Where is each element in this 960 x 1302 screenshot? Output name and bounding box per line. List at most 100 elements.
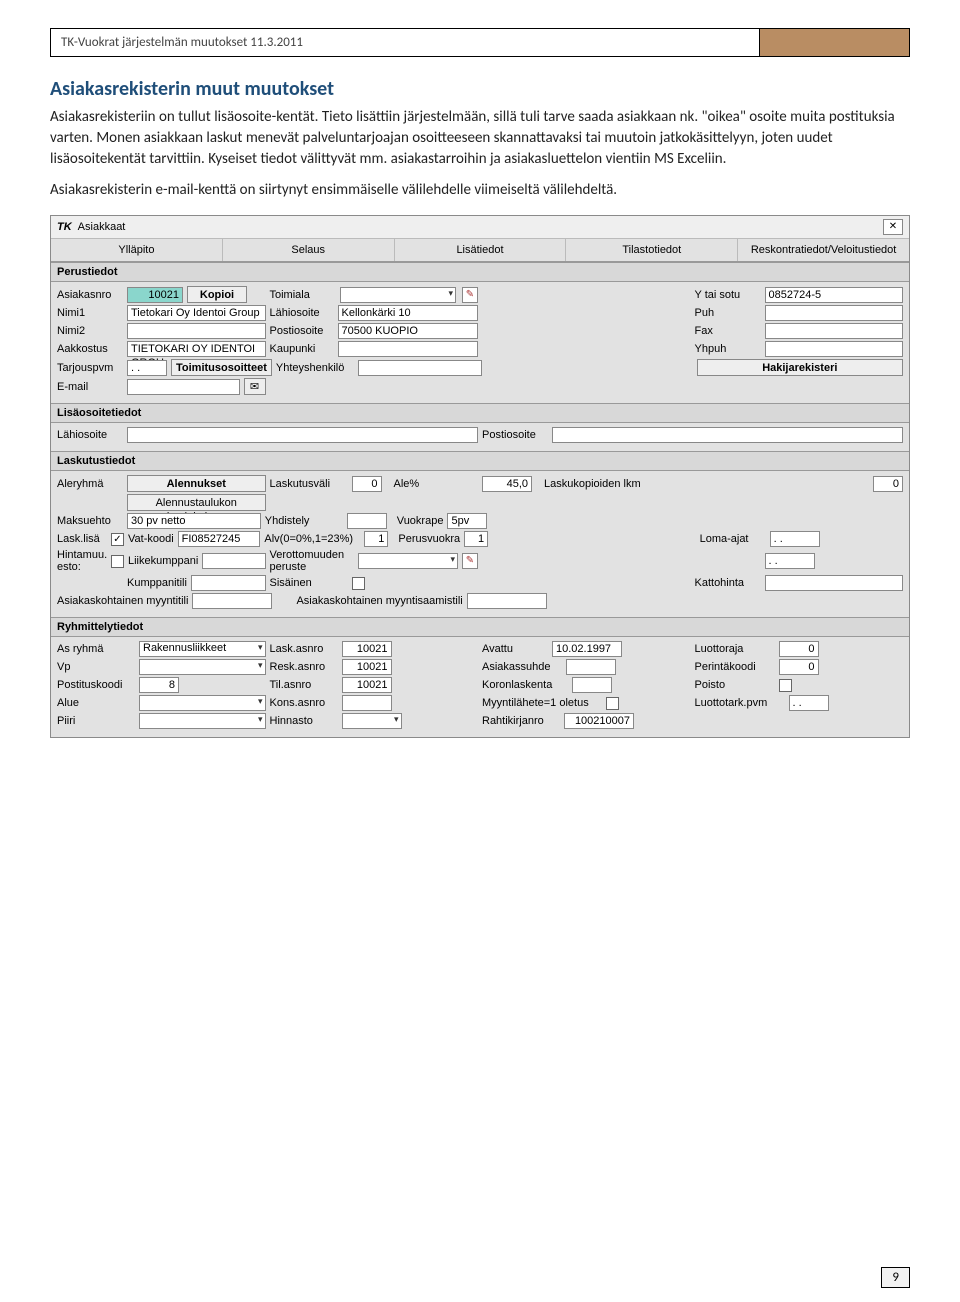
document-header: TK-Vuokrat järjestelmän muutokset 11.3.2… <box>50 28 910 57</box>
chk-lasklisa[interactable]: ✓ <box>111 533 124 546</box>
field-yhdistely[interactable] <box>347 513 387 529</box>
field-puh[interactable] <box>765 305 904 321</box>
dropdown-hinnasto[interactable] <box>342 713 402 729</box>
lbl-konsasnro: Kons.asnro <box>270 697 338 709</box>
tab-yllapito[interactable]: Ylläpito <box>51 239 223 261</box>
lbl-rahtikirjanro: Rahtikirjanro <box>482 715 560 727</box>
field-kattohinta[interactable] <box>765 575 904 591</box>
field-kumppanitili[interactable] <box>191 575 266 591</box>
field-perusvuokra[interactable]: 1 <box>464 531 488 547</box>
field-lomaajat[interactable]: . . <box>770 531 820 547</box>
field-laskutusvali[interactable]: 0 <box>352 476 382 492</box>
field-lisa-lahiosoite[interactable] <box>127 427 478 443</box>
field-nimi1[interactable]: Tietokari Oy Identoi Group <box>127 305 266 321</box>
lbl-postiosoite: Postiosoite <box>270 325 334 337</box>
field-postituskoodi[interactable]: 8 <box>139 677 179 693</box>
edit-icon[interactable]: ✎ <box>462 553 478 569</box>
dropdown-toimiala[interactable] <box>340 287 457 303</box>
field-asiakasnro[interactable]: 10021 <box>127 287 183 303</box>
lbl-laskutusvali: Laskutusväli <box>270 478 348 490</box>
field-lahiosoite[interactable]: Kellonkärki 10 <box>338 305 479 321</box>
chk-myyntilahete[interactable] <box>606 697 619 710</box>
field-reskasnro[interactable]: 10021 <box>342 659 392 675</box>
btn-kopioi[interactable]: Kopioi <box>187 286 247 303</box>
lbl-piiri: Piiri <box>57 715 135 727</box>
lbl-postituskoodi: Postituskoodi <box>57 679 135 691</box>
tab-selaus[interactable]: Selaus <box>223 239 395 261</box>
field-alv[interactable]: 1 <box>364 531 388 547</box>
field-fax[interactable] <box>765 323 904 339</box>
lbl-nimi1: Nimi1 <box>57 307 123 319</box>
field-alepct[interactable]: 45,0 <box>482 476 532 492</box>
field-asiakassuhde[interactable] <box>566 659 616 675</box>
lbl-luottoraja: Luottoraja <box>695 643 775 655</box>
lbl-sisainen: Sisäinen <box>270 577 348 589</box>
lbl-vatkoodi: Vat-koodi <box>128 533 174 545</box>
field-konsasnro[interactable] <box>342 695 392 711</box>
field-koronlaskenta[interactable] <box>572 677 612 693</box>
lbl-asiakassuhde: Asiakassuhde <box>482 661 562 673</box>
field-luottoraja[interactable]: 0 <box>779 641 819 657</box>
group-ryhmittelytiedot: Ryhmittelytiedot <box>51 617 909 637</box>
field-laskukopiot[interactable]: 0 <box>873 476 903 492</box>
field-ysotu[interactable]: 0852724-5 <box>765 287 904 303</box>
field-empty-dots[interactable]: . . <box>765 553 815 569</box>
field-postiosoite[interactable]: 70500 KUOPIO <box>338 323 479 339</box>
chk-poisto[interactable] <box>779 679 792 692</box>
field-tarjouspvm[interactable]: . . <box>127 360 167 376</box>
field-aakkostus[interactable]: TIETOKARI OY IDENTOI GROU <box>127 341 266 357</box>
field-asiakaskoht-myyntitili[interactable] <box>192 593 272 609</box>
field-lisa-postiosoite[interactable] <box>552 427 903 443</box>
lbl-lasklisa: Lask.lisä <box>57 533 107 545</box>
field-email[interactable] <box>127 379 240 395</box>
dropdown-verottomuuden[interactable] <box>358 553 459 569</box>
document-header-text: TK-Vuokrat järjestelmän muutokset 11.3.2… <box>51 29 759 56</box>
dropdown-vp[interactable] <box>139 659 266 675</box>
window-title: Asiakkaat <box>78 221 126 233</box>
field-nimi2[interactable] <box>127 323 266 339</box>
lbl-lisa-postiosoite: Postiosoite <box>482 429 548 441</box>
field-vuokrape[interactable]: 5pv <box>447 513 487 529</box>
tab-lisatiedot[interactable]: Lisätiedot <box>395 239 567 261</box>
tab-tilastotiedot[interactable]: Tilastotiedot <box>566 239 738 261</box>
edit-icon[interactable]: ✎ <box>462 287 478 303</box>
lbl-avattu: Avattu <box>482 643 548 655</box>
field-vatkoodi[interactable]: FI08527245 <box>178 531 261 547</box>
field-maksuehto[interactable]: 30 pv netto <box>127 513 261 529</box>
field-asiakaskoht-myyntisaamis[interactable] <box>467 593 547 609</box>
lbl-aleryhma: Aleryhmä <box>57 478 123 490</box>
close-icon[interactable]: ✕ <box>883 219 903 235</box>
chk-sisainen[interactable] <box>352 577 365 590</box>
lbl-laskasnro: Lask.asnro <box>270 643 338 655</box>
field-tilasnro[interactable]: 10021 <box>342 677 392 693</box>
lbl-yhteyshenkilo: Yhteyshenkilö <box>276 362 354 374</box>
field-kaupunki[interactable] <box>338 341 479 357</box>
dropdown-asryhma[interactable]: Rakennusliikkeet <box>139 641 266 657</box>
tab-strip: Ylläpito Selaus Lisätiedot Tilastotiedot… <box>51 239 909 262</box>
dropdown-piiri[interactable] <box>139 713 266 729</box>
field-liikekumppani[interactable] <box>202 553 265 569</box>
field-rahtikirjanro[interactable]: 100210007 <box>564 713 634 729</box>
field-laskasnro[interactable]: 10021 <box>342 641 392 657</box>
tab-reskontratiedot[interactable]: Reskontratiedot/Veloitustiedot <box>738 239 909 261</box>
field-avattu[interactable]: 10.02.1997 <box>552 641 622 657</box>
btn-hakijarekisteri[interactable]: Hakijarekisteri <box>697 359 903 376</box>
chk-hintamuu[interactable] <box>111 555 124 568</box>
btn-alennukset[interactable]: Alennukset <box>127 475 266 492</box>
lbl-tarjouspvm: Tarjouspvm <box>57 362 123 374</box>
email-icon[interactable]: ✉ <box>244 378 266 395</box>
dropdown-alue[interactable] <box>139 695 266 711</box>
field-yhpuh[interactable] <box>765 341 904 357</box>
lbl-tilasnro: Til.asnro <box>270 679 338 691</box>
lbl-yhpuh: Yhpuh <box>695 343 761 355</box>
field-yhteyshenkilo[interactable] <box>358 360 482 376</box>
lbl-koronlaskenta: Koronlaskenta <box>482 679 568 691</box>
lbl-ysotu: Y tai sotu <box>695 289 761 301</box>
btn-toimitusosoitteet[interactable]: Toimitusosoitteet <box>171 359 272 376</box>
field-luottotark[interactable]: . . <box>789 695 829 711</box>
lbl-puh: Puh <box>695 307 761 319</box>
group-perustiedot: Perustiedot <box>51 262 909 282</box>
lbl-liikekumppani: Liikekumppani <box>128 555 198 567</box>
field-perintakoodi[interactable]: 0 <box>779 659 819 675</box>
btn-alennustaulu[interactable]: Alennustaulukon kopioiminen <box>127 494 266 511</box>
